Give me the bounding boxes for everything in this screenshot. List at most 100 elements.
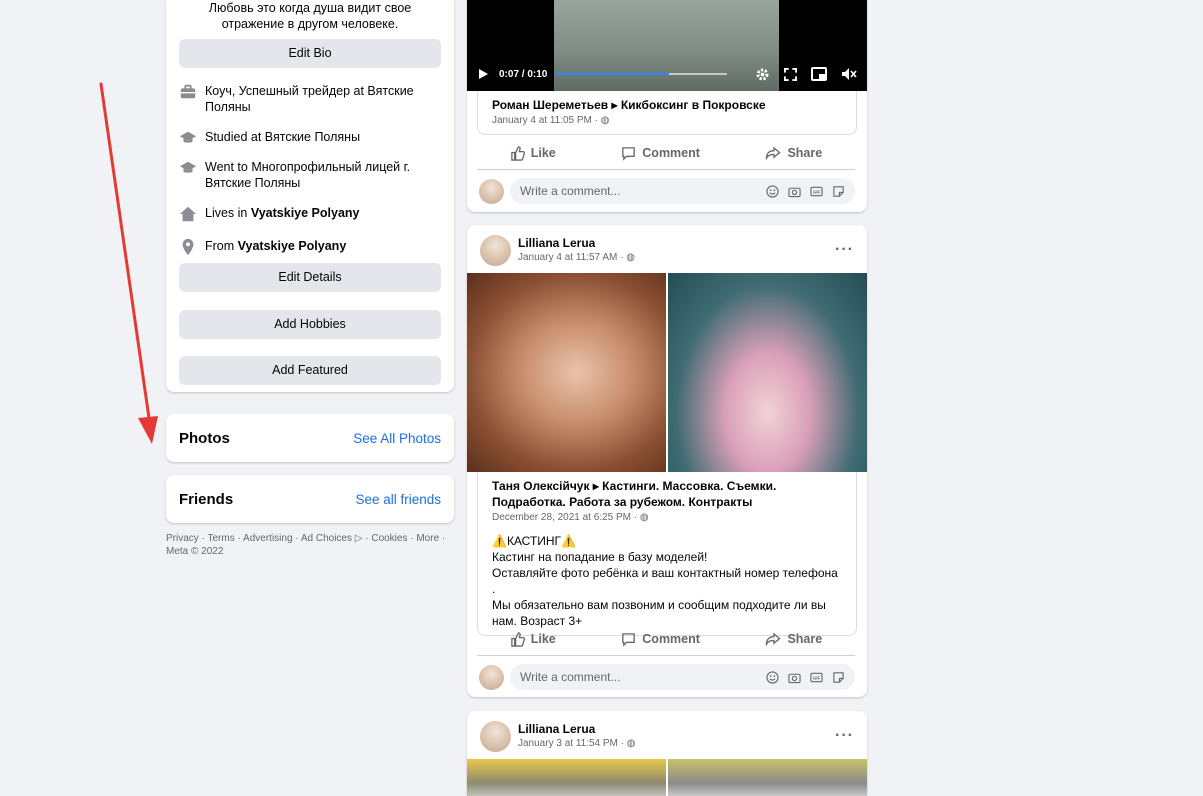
see-all-friends-link[interactable]: See all friends — [355, 492, 441, 507]
comment-composer: Write a comment... GIF — [479, 177, 855, 205]
shared-post-meta: December 28, 2021 at 6:25 PM · ◍ — [492, 512, 649, 523]
post-timestamp[interactable]: January 3 at 11:54 PM · ◍ — [518, 737, 835, 751]
footer-copyright: Meta © 2022 — [166, 546, 224, 557]
edit-details-button[interactable]: Edit Details — [179, 263, 441, 292]
shared-text-line: ⚠️КАСТИНГ⚠️ — [492, 534, 576, 548]
share-label: Share — [787, 146, 823, 160]
mute-icon[interactable] — [841, 67, 857, 81]
author-name[interactable]: Lilliana Lerua — [518, 722, 835, 737]
author-avatar[interactable] — [480, 234, 511, 266]
shared-post-box[interactable]: Таня Олексійчук ▸ Кастинги. Массовка. Съ… — [477, 472, 857, 636]
emoji-icon[interactable] — [766, 670, 779, 684]
share-arrow-icon — [766, 631, 782, 646]
video-time: 0:07 / 0:10 — [499, 68, 548, 80]
intro-card: Любовь это когда душа видит свое отражен… — [166, 0, 454, 392]
location-pin-icon — [182, 238, 194, 256]
like-label: Like — [530, 632, 556, 646]
photos-title: Photos — [179, 429, 230, 447]
camera-icon[interactable] — [788, 185, 801, 198]
detail-work-text: Коуч, Успешный трейдер at Вятские Поляны — [205, 84, 414, 114]
post-casting: Lilliana Lerua January 4 at 11:57 AM · ◍… — [467, 225, 867, 697]
gif-icon[interactable]: GIF — [810, 185, 823, 198]
edit-bio-button[interactable]: Edit Bio — [179, 39, 441, 68]
shared-text-line: Оставляйте фото ребёнка и ваш контактный… — [492, 566, 838, 596]
share-label: Share — [787, 632, 823, 646]
home-icon — [179, 206, 197, 222]
shared-post-text: ⚠️КАСТИНГ⚠️ Кастинг на попадание в базу … — [492, 533, 842, 629]
comment-input[interactable]: Write a comment... GIF — [510, 664, 855, 690]
author-name[interactable]: Lilliana Lerua — [518, 236, 835, 251]
more-options-icon[interactable]: ··· — [835, 727, 854, 745]
share-button[interactable]: Share — [765, 631, 823, 647]
play-icon[interactable] — [477, 68, 489, 80]
video-controls: 0:07 / 0:10 — [467, 57, 867, 91]
post-timestamp[interactable]: January 4 at 11:57 AM · ◍ — [518, 251, 835, 265]
video-progress-fill — [555, 73, 669, 75]
video-player[interactable]: 0:07 / 0:10 — [467, 0, 867, 91]
annotation-arrow-shaft — [99, 82, 151, 420]
add-featured-button[interactable]: Add Featured — [179, 356, 441, 385]
sticker-icon[interactable] — [832, 185, 845, 198]
add-hobbies-button[interactable]: Add Hobbies — [179, 310, 441, 339]
post-video: 0:07 / 0:10 Роман Шереметьев ▸ Кикбоксин… — [467, 0, 867, 212]
post-photo-1[interactable] — [467, 759, 666, 796]
camera-icon[interactable] — [788, 671, 801, 684]
friends-title: Friends — [179, 490, 234, 508]
photos-card: Photos See All Photos — [166, 414, 454, 462]
fullscreen-icon[interactable] — [784, 67, 797, 81]
detail-work: Коуч, Успешный трейдер at Вятские Поляны — [179, 83, 441, 115]
comment-placeholder: Write a comment... — [520, 670, 621, 684]
more-options-icon[interactable]: ··· — [835, 241, 854, 259]
detail-from: From Vyatskiye Polyany — [179, 238, 441, 256]
comment-button[interactable]: Comment — [621, 632, 700, 647]
detail-went-to: Went to Многопрофильный лицей г. Вятские… — [179, 159, 441, 191]
thumbs-up-icon — [510, 145, 525, 161]
like-button[interactable]: Like — [510, 631, 556, 647]
shared-post-box[interactable]: Роман Шереметьев ▸ Кикбоксинг в Покровск… — [477, 91, 857, 135]
post-actions: Like Comment Share — [477, 623, 855, 656]
comment-label: Comment — [642, 146, 700, 160]
detail-studied: Studied at Вятские Поляны — [179, 129, 441, 147]
comment-label: Comment — [642, 632, 700, 646]
footer-links: Privacy · Terms · Advertising · Ad Choic… — [166, 532, 454, 558]
avatar[interactable] — [479, 664, 504, 690]
post-header: Lilliana Lerua January 3 at 11:54 PM · ◍… — [480, 720, 854, 752]
post-header: Lilliana Lerua January 4 at 11:57 AM · ◍… — [480, 234, 854, 266]
post-photo-2[interactable] — [668, 273, 867, 472]
thumbs-up-icon — [510, 631, 525, 647]
sticker-icon[interactable] — [832, 671, 845, 684]
post-actions: Like Comment Share — [477, 137, 855, 170]
detail-from-text: From Vyatskiye Polyany — [205, 239, 347, 253]
detail-lives-in: Lives in Vyatskiye Polyany — [179, 205, 441, 223]
video-progress-bar[interactable] — [555, 73, 728, 75]
share-arrow-icon — [766, 145, 782, 160]
annotation-arrow-head — [138, 416, 158, 444]
shared-text-line: Кастинг на попадание в базу моделей! — [492, 550, 708, 564]
friends-card: Friends See all friends — [166, 475, 454, 523]
like-button[interactable]: Like — [510, 145, 556, 161]
left-column: Любовь это когда душа видит свое отражен… — [166, 0, 454, 557]
detail-lives-in-text: Lives in Vyatskiye Polyany — [205, 206, 360, 220]
like-label: Like — [530, 146, 556, 160]
comment-composer: Write a comment... GIF — [479, 663, 855, 691]
post-photo-1[interactable] — [467, 273, 666, 472]
shared-text-line: Мы обязательно вам позвоним и сообщим по… — [492, 598, 826, 612]
footer-line-links[interactable]: Privacy · Terms · Advertising · Ad Choic… — [166, 532, 454, 545]
comment-button[interactable]: Comment — [621, 146, 700, 161]
shared-post-title[interactable]: Роман Шереметьев ▸ Кикбоксинг в Покровск… — [492, 97, 842, 113]
graduation-cap-icon — [179, 131, 197, 143]
see-all-photos-link[interactable]: See All Photos — [353, 431, 441, 446]
share-button[interactable]: Share — [765, 145, 823, 161]
avatar[interactable] — [479, 178, 504, 204]
post-photo-2[interactable] — [668, 759, 867, 796]
bio-text: Любовь это когда душа видит свое отражен… — [208, 1, 412, 31]
emoji-icon[interactable] — [766, 184, 779, 198]
gif-icon[interactable]: GIF — [810, 671, 823, 684]
author-avatar[interactable] — [480, 720, 511, 752]
shared-post-title[interactable]: Таня Олексійчук ▸ Кастинги. Массовка. Съ… — [492, 478, 842, 510]
graduation-cap-icon — [179, 161, 197, 173]
comment-input[interactable]: Write a comment... GIF — [510, 178, 855, 204]
briefcase-icon — [180, 84, 196, 99]
picture-in-picture-icon[interactable] — [811, 67, 827, 81]
settings-gear-icon[interactable] — [755, 67, 770, 82]
